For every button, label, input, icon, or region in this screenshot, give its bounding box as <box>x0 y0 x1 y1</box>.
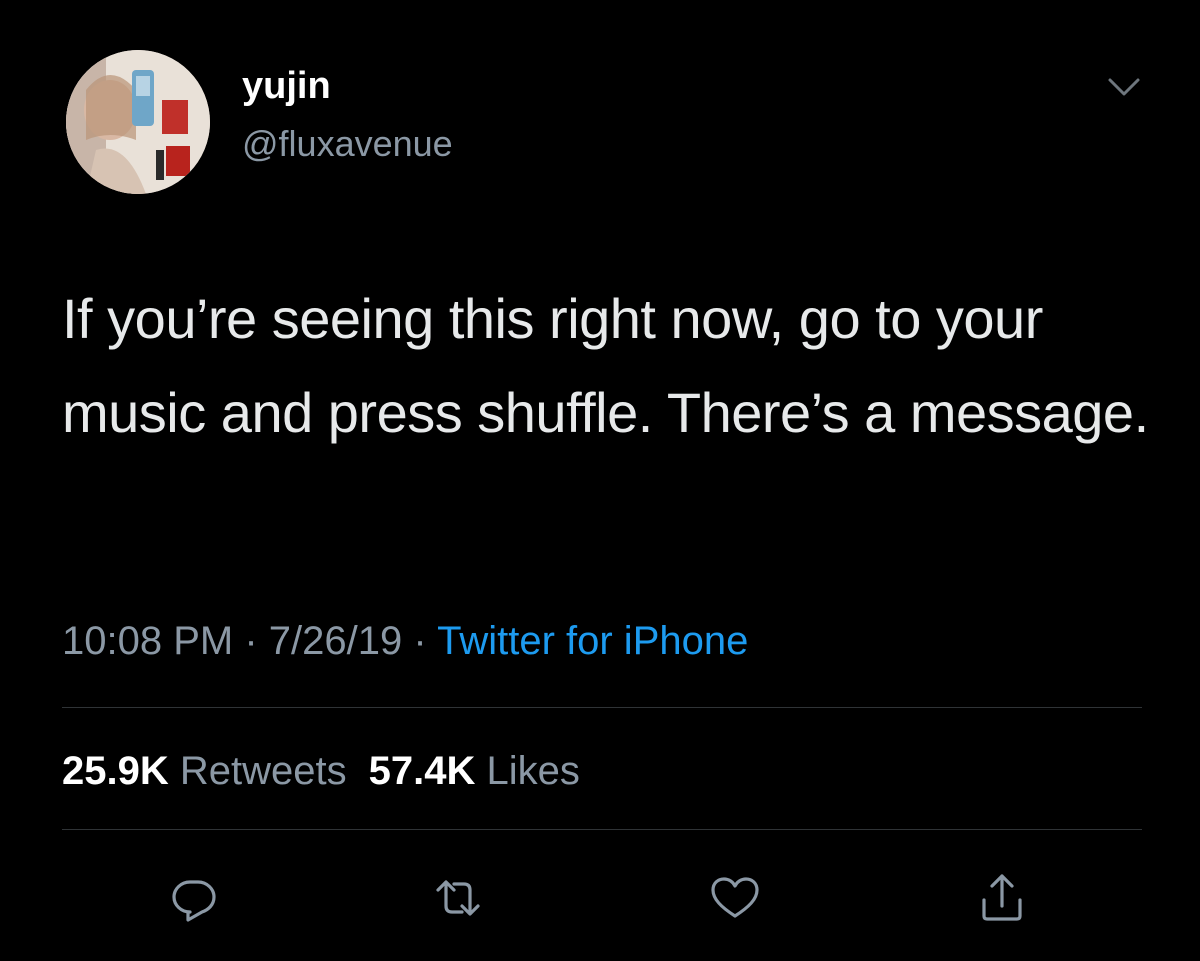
retweets-label: Retweets <box>179 749 347 793</box>
share-icon <box>982 874 1022 921</box>
handle[interactable]: @fluxavenue <box>242 120 453 168</box>
tweet-date[interactable]: 7/26/19 <box>269 619 402 663</box>
share-button[interactable] <box>974 870 1030 926</box>
chevron-down-icon[interactable] <box>1104 72 1144 102</box>
tweet-meta: 10:08 PM · 7/26/19 · Twitter for iPhone <box>62 614 748 668</box>
retweets-stat[interactable]: 25.9K Retweets <box>62 749 347 793</box>
likes-stat[interactable]: 57.4K Likes <box>369 749 580 793</box>
tweet-time[interactable]: 10:08 PM <box>62 619 233 663</box>
display-name[interactable]: yujin <box>242 62 331 110</box>
reply-button[interactable] <box>166 870 222 926</box>
likes-count: 57.4K <box>368 749 476 793</box>
meta-separator: · <box>413 619 427 663</box>
retweet-button[interactable] <box>430 870 486 926</box>
avatar[interactable] <box>66 50 210 194</box>
heart-icon <box>711 877 759 918</box>
meta-separator: · <box>244 619 258 663</box>
tweet-stats: 25.9K Retweets 57.4K Likes <box>62 744 580 798</box>
retweet-icon <box>436 880 480 916</box>
retweets-count: 25.9K <box>62 749 169 793</box>
tweet: yujin @fluxavenue If you’re seeing this … <box>0 0 1200 961</box>
tweet-text: If you’re seeing this right now, go to y… <box>62 287 1149 444</box>
avatar-image <box>66 50 210 194</box>
divider <box>62 829 1142 830</box>
likes-label: Likes <box>486 749 580 793</box>
divider <box>62 707 1142 708</box>
tweet-source[interactable]: Twitter for iPhone <box>437 619 748 663</box>
reply-icon <box>172 880 216 922</box>
like-button[interactable] <box>707 870 763 926</box>
